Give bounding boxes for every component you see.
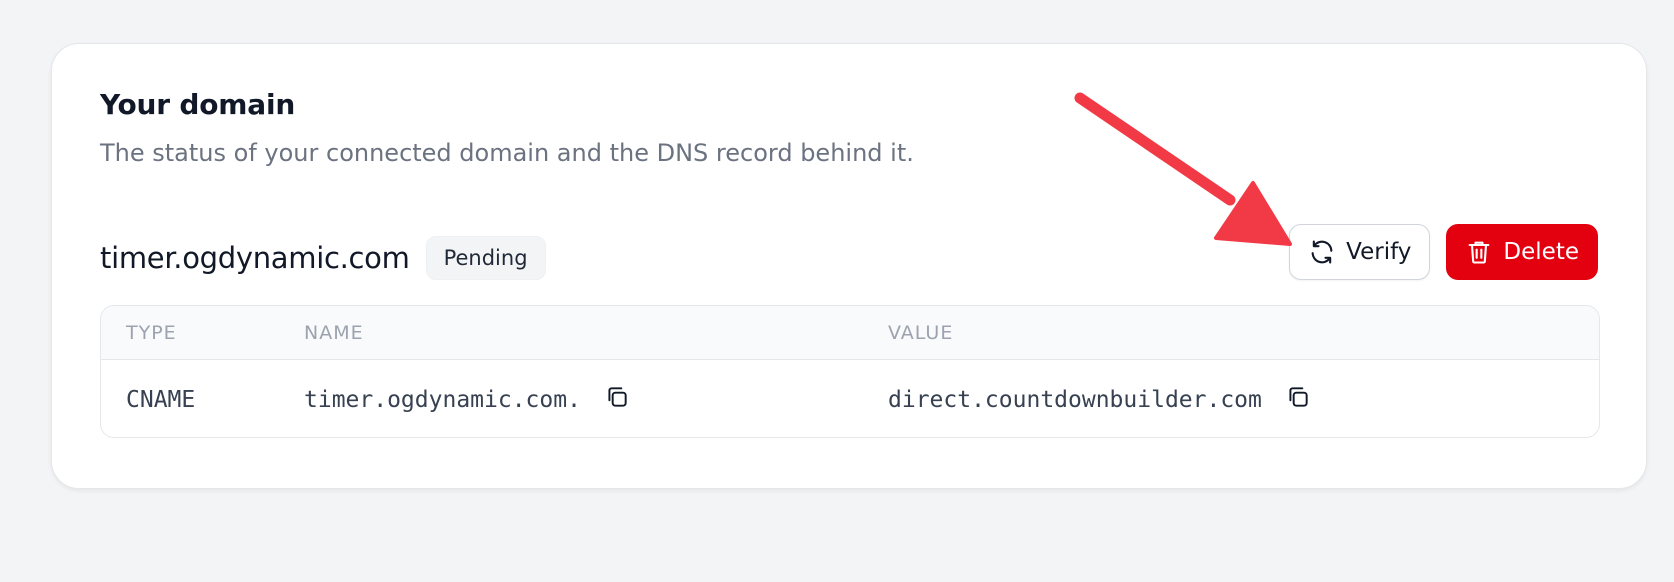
column-header-type: TYPE — [126, 322, 177, 344]
table-header: TYPE NAME VALUE — [101, 306, 1599, 360]
copy-icon — [1285, 384, 1311, 416]
domain-name: timer.ogdynamic.com — [100, 241, 410, 275]
trash-icon — [1465, 238, 1493, 266]
column-header-name: NAME — [304, 322, 364, 344]
dns-record-table: TYPE NAME VALUE CNAME timer.ogdynamic.co… — [100, 305, 1600, 438]
domain-actions: Verify Delete — [1289, 224, 1598, 280]
verify-button[interactable]: Verify — [1289, 224, 1431, 280]
record-type-cell: CNAME — [126, 360, 196, 437]
refresh-icon — [1308, 238, 1336, 266]
record-type: CNAME — [126, 387, 196, 413]
copy-name-button[interactable] — [603, 386, 631, 414]
column-header-value: VALUE — [888, 322, 954, 344]
record-name: timer.ogdynamic.com. — [304, 387, 581, 413]
table-row: CNAME timer.ogdynamic.com. direct.countd… — [101, 360, 1599, 437]
card-title: Your domain — [100, 88, 296, 121]
record-value: direct.countdownbuilder.com — [888, 387, 1262, 413]
record-value-cell: direct.countdownbuilder.com — [888, 360, 1312, 437]
card-description: The status of your connected domain and … — [100, 139, 914, 167]
domain-row: timer.ogdynamic.com Pending — [100, 230, 546, 286]
copy-icon — [604, 384, 630, 416]
delete-button-label: Delete — [1503, 239, 1579, 265]
status-badge: Pending — [425, 236, 546, 280]
domain-card: Your domain The status of your connected… — [51, 43, 1647, 489]
verify-button-label: Verify — [1346, 239, 1412, 265]
record-name-cell: timer.ogdynamic.com. — [304, 360, 631, 437]
copy-value-button[interactable] — [1284, 386, 1312, 414]
delete-button[interactable]: Delete — [1446, 224, 1598, 280]
